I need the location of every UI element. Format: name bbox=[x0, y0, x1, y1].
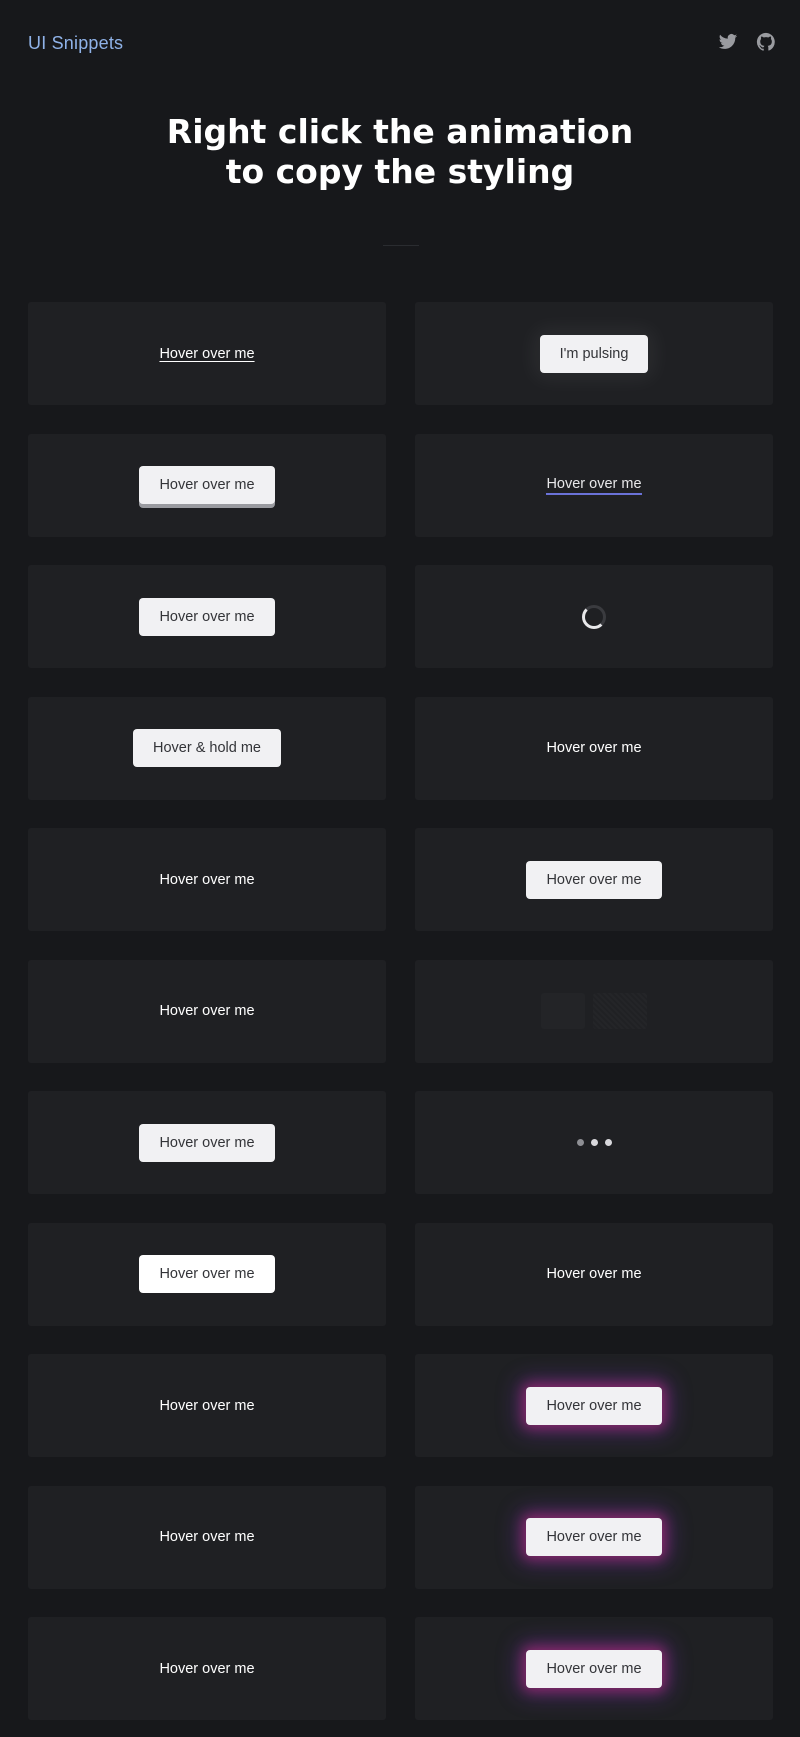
skeleton-placeholder bbox=[541, 993, 647, 1029]
hover-button[interactable]: Hover over me bbox=[526, 860, 662, 899]
snippet-card-blue-underline[interactable]: Hover over me bbox=[415, 433, 773, 537]
hover-hold-button[interactable]: Hover & hold me bbox=[133, 729, 281, 767]
loading-spinner bbox=[582, 604, 606, 629]
skeleton-box bbox=[593, 993, 647, 1029]
hover-link-blue[interactable]: Hover over me bbox=[546, 476, 642, 495]
snippet-card-hold[interactable]: Hover & hold me bbox=[28, 696, 386, 800]
snippet-card-button-white[interactable]: Hover over me bbox=[28, 1222, 386, 1326]
snippet-card-spinner[interactable] bbox=[415, 565, 773, 668]
dot bbox=[590, 1139, 598, 1146]
snippet-card-text[interactable]: Hover over me bbox=[28, 1354, 386, 1457]
title-line-1: Right click the animation bbox=[166, 112, 634, 151]
snippet-card-pulse[interactable]: I'm pulsing bbox=[415, 302, 773, 405]
dot bbox=[576, 1139, 584, 1146]
snippet-card-underline-link[interactable]: Hover over me bbox=[28, 302, 386, 405]
snippet-card-text[interactable]: Hover over me bbox=[415, 696, 773, 800]
glow-button[interactable]: Hover over me bbox=[526, 1649, 662, 1688]
dot bbox=[604, 1139, 612, 1146]
snippet-card-glow[interactable]: Hover over me bbox=[415, 1617, 773, 1720]
snippet-card-skeleton[interactable] bbox=[415, 959, 773, 1063]
hover-button[interactable]: Hover over me bbox=[139, 597, 275, 636]
snippet-card-text[interactable]: Hover over me bbox=[28, 828, 386, 931]
title-line-2: to copy the styling bbox=[225, 152, 575, 191]
twitter-icon[interactable] bbox=[718, 32, 738, 52]
glow-button[interactable]: Hover over me bbox=[526, 1518, 662, 1556]
snippet-card-dots[interactable] bbox=[415, 1091, 773, 1194]
snippet-card-glow[interactable]: Hover over me bbox=[415, 1354, 773, 1457]
hover-text[interactable]: Hover over me bbox=[159, 1398, 254, 1414]
hover-text[interactable]: Hover over me bbox=[159, 872, 254, 888]
hover-button-white[interactable]: Hover over me bbox=[139, 1255, 275, 1293]
hover-link[interactable]: Hover over me bbox=[159, 346, 254, 362]
social-links bbox=[718, 32, 776, 52]
snippet-card-glow[interactable]: Hover over me bbox=[415, 1485, 773, 1589]
glow-button[interactable]: Hover over me bbox=[526, 1386, 662, 1425]
page-title: Right click the animation to copy the st… bbox=[0, 112, 800, 192]
snippet-card-text[interactable]: Hover over me bbox=[28, 1485, 386, 1589]
snippet-card-3d-button[interactable]: Hover over me bbox=[28, 433, 386, 537]
hover-text[interactable]: Hover over me bbox=[159, 1003, 254, 1019]
snippet-card-button[interactable]: Hover over me bbox=[28, 565, 386, 668]
brand-link[interactable]: UI Snippets bbox=[28, 33, 123, 54]
hover-text[interactable]: Hover over me bbox=[159, 1529, 254, 1545]
github-icon[interactable] bbox=[756, 32, 776, 52]
hover-text[interactable]: Hover over me bbox=[546, 740, 641, 756]
snippet-card-button[interactable]: Hover over me bbox=[28, 1091, 386, 1194]
snippet-card-text[interactable]: Hover over me bbox=[415, 1222, 773, 1326]
pulsing-button[interactable]: I'm pulsing bbox=[539, 334, 649, 373]
snippet-card-button[interactable]: Hover over me bbox=[415, 828, 773, 931]
loading-dots bbox=[576, 1139, 612, 1146]
hover-button[interactable]: Hover over me bbox=[139, 1123, 275, 1162]
hover-text[interactable]: Hover over me bbox=[159, 1661, 254, 1677]
hover-button-3d[interactable]: Hover over me bbox=[139, 466, 275, 504]
snippet-card-text[interactable]: Hover over me bbox=[28, 959, 386, 1063]
skeleton-box bbox=[541, 993, 585, 1029]
snippet-card-text[interactable]: Hover over me bbox=[28, 1617, 386, 1720]
divider bbox=[383, 245, 419, 246]
hero: Right click the animation to copy the st… bbox=[0, 112, 800, 192]
top-bar: UI Snippets bbox=[0, 0, 800, 86]
snippet-grid: Hover over me I'm pulsing Hover over me … bbox=[28, 302, 774, 1720]
hover-text[interactable]: Hover over me bbox=[546, 1266, 641, 1282]
